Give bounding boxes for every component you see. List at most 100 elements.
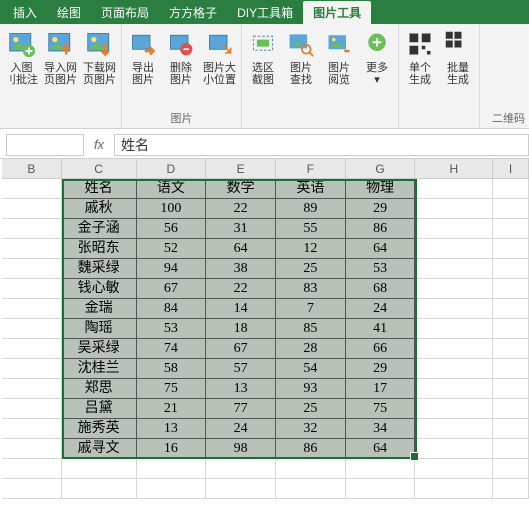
- cell[interactable]: 18: [206, 319, 276, 339]
- cell[interactable]: [493, 399, 529, 419]
- cell[interactable]: [2, 259, 62, 279]
- col-head[interactable]: B: [2, 159, 62, 178]
- cell[interactable]: [346, 479, 416, 499]
- cell[interactable]: 魏采绿: [62, 259, 137, 279]
- cell[interactable]: [62, 459, 137, 479]
- cell[interactable]: 89: [276, 199, 346, 219]
- cell[interactable]: [2, 199, 62, 219]
- cell[interactable]: [2, 299, 62, 319]
- cell[interactable]: 语文: [137, 179, 207, 199]
- tab-pagelayout[interactable]: 页面布局: [91, 1, 159, 24]
- cell[interactable]: [2, 479, 62, 499]
- cell[interactable]: [493, 199, 529, 219]
- cell[interactable]: 56: [137, 219, 207, 239]
- btn-delete-image[interactable]: 删除图片: [163, 26, 199, 88]
- cell[interactable]: 16: [137, 439, 207, 459]
- cell[interactable]: [415, 179, 493, 199]
- cell[interactable]: [206, 459, 276, 479]
- cell[interactable]: 41: [346, 319, 416, 339]
- cell[interactable]: [415, 339, 493, 359]
- cell[interactable]: 吕黛: [62, 399, 137, 419]
- btn-image-size-pos[interactable]: 图片大小位置: [201, 26, 238, 88]
- cell[interactable]: 物理: [346, 179, 416, 199]
- cell[interactable]: [493, 219, 529, 239]
- cell[interactable]: 24: [346, 299, 416, 319]
- cell[interactable]: [415, 259, 493, 279]
- cell[interactable]: [415, 439, 493, 459]
- cell[interactable]: 31: [206, 219, 276, 239]
- cell[interactable]: [2, 379, 62, 399]
- cell[interactable]: 21: [137, 399, 207, 419]
- cell[interactable]: 54: [276, 359, 346, 379]
- cell[interactable]: 38: [206, 259, 276, 279]
- cell[interactable]: 沈桂兰: [62, 359, 137, 379]
- btn-insert-image[interactable]: 入图刂批注: [3, 26, 40, 88]
- cell[interactable]: [493, 459, 529, 479]
- cell[interactable]: 64: [206, 239, 276, 259]
- cell[interactable]: [493, 339, 529, 359]
- cell[interactable]: [415, 219, 493, 239]
- cell[interactable]: [2, 459, 62, 479]
- cell[interactable]: [415, 479, 493, 499]
- cell[interactable]: 英语: [276, 179, 346, 199]
- cell[interactable]: [415, 279, 493, 299]
- cell[interactable]: 29: [346, 199, 416, 219]
- btn-image-view[interactable]: 图片阅览: [321, 26, 357, 88]
- cell[interactable]: [206, 479, 276, 499]
- cell[interactable]: 施秀英: [62, 419, 137, 439]
- cell[interactable]: 57: [206, 359, 276, 379]
- cell[interactable]: 83: [276, 279, 346, 299]
- spreadsheet-grid[interactable]: 姓名语文数学英语物理戚秋100228929金子涵56315586张昭东52641…: [2, 179, 529, 499]
- cell[interactable]: 数学: [206, 179, 276, 199]
- cell[interactable]: 17: [346, 379, 416, 399]
- cell[interactable]: 14: [206, 299, 276, 319]
- cell[interactable]: 53: [137, 319, 207, 339]
- btn-image-search[interactable]: 图片查找: [283, 26, 319, 88]
- cell[interactable]: [2, 219, 62, 239]
- cell[interactable]: 93: [276, 379, 346, 399]
- cell[interactable]: 金子涵: [62, 219, 137, 239]
- cell[interactable]: [137, 479, 207, 499]
- cell[interactable]: 戚秋: [62, 199, 137, 219]
- cell[interactable]: 7: [276, 299, 346, 319]
- cell[interactable]: [415, 419, 493, 439]
- cell[interactable]: 68: [346, 279, 416, 299]
- cell[interactable]: [137, 459, 207, 479]
- btn-selection-screenshot[interactable]: 选区截图: [245, 26, 281, 88]
- cell[interactable]: 29: [346, 359, 416, 379]
- cell[interactable]: 53: [346, 259, 416, 279]
- cell[interactable]: [2, 359, 62, 379]
- cell[interactable]: 74: [137, 339, 207, 359]
- cell[interactable]: [493, 239, 529, 259]
- cell[interactable]: 吴采绿: [62, 339, 137, 359]
- cell[interactable]: [493, 359, 529, 379]
- cell[interactable]: [493, 379, 529, 399]
- btn-qr-single[interactable]: 单个生成: [402, 26, 438, 88]
- cell[interactable]: [415, 299, 493, 319]
- cell[interactable]: 86: [276, 439, 346, 459]
- cell[interactable]: 12: [276, 239, 346, 259]
- cell[interactable]: [493, 299, 529, 319]
- tab-fangfang[interactable]: 方方格子: [159, 1, 227, 24]
- col-head[interactable]: G: [346, 159, 416, 178]
- cell[interactable]: [493, 439, 529, 459]
- col-head[interactable]: E: [206, 159, 276, 178]
- cell[interactable]: 22: [206, 199, 276, 219]
- cell[interactable]: [415, 359, 493, 379]
- name-box[interactable]: [6, 134, 84, 156]
- cell[interactable]: 64: [346, 439, 416, 459]
- cell[interactable]: 13: [206, 379, 276, 399]
- btn-more[interactable]: 更多▾: [359, 26, 395, 88]
- cell[interactable]: 姓名: [62, 179, 137, 199]
- cell[interactable]: [2, 439, 62, 459]
- col-head[interactable]: I: [493, 159, 529, 178]
- cell[interactable]: [2, 239, 62, 259]
- cell[interactable]: 75: [137, 379, 207, 399]
- cell[interactable]: 钱心敏: [62, 279, 137, 299]
- cell[interactable]: 52: [137, 239, 207, 259]
- tab-draw[interactable]: 绘图: [47, 1, 91, 24]
- cell[interactable]: 84: [137, 299, 207, 319]
- cell[interactable]: 64: [346, 239, 416, 259]
- cell[interactable]: [2, 319, 62, 339]
- btn-download-web-image[interactable]: 下载网页图片: [81, 26, 118, 88]
